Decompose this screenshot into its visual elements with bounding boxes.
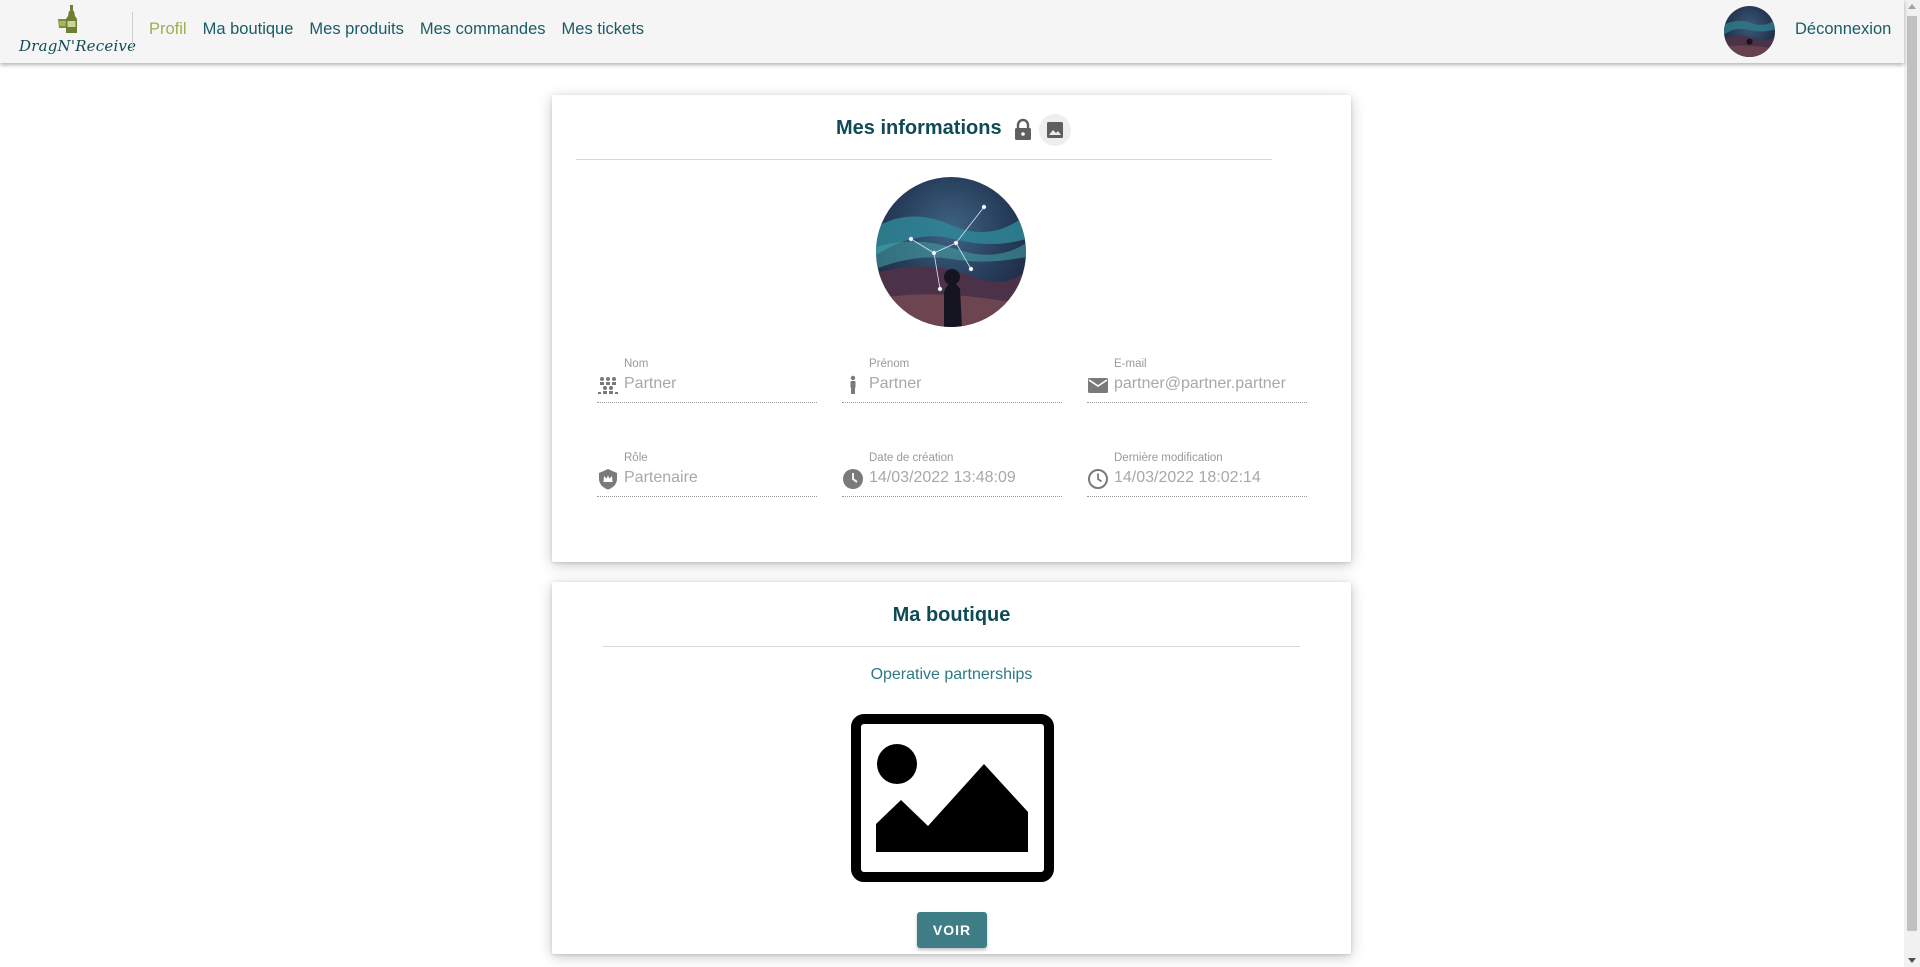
top-navbar: DragN'Receive Profil Ma boutique Mes pro… — [0, 0, 1904, 63]
field-created-value: 14/03/2022 13:48:09 — [869, 469, 1016, 486]
field-created[interactable]: Date de création 14/03/2022 13:48:09 — [842, 452, 1062, 502]
shop-name: Operative partnerships — [870, 666, 1033, 683]
field-role[interactable]: Rôle Partenaire — [597, 452, 817, 502]
field-modified[interactable]: Dernière modification 14/03/2022 18:02:1… — [1087, 452, 1307, 502]
logout-link[interactable]: Déconnexion — [1795, 20, 1891, 39]
field-email[interactable]: E-mail partner@partner.partner — [1087, 358, 1307, 408]
nav-item-mes-commandes[interactable]: Mes commandes — [420, 20, 546, 39]
scroll-up-arrow-icon[interactable] — [1908, 4, 1916, 9]
mail-icon — [1088, 378, 1108, 393]
logo-text: DragN'Receive — [19, 37, 137, 55]
clock-outline-icon — [1088, 469, 1108, 489]
image-icon — [1047, 122, 1063, 138]
field-underline — [842, 496, 1062, 497]
shop-card-title: Ma boutique — [892, 604, 1011, 626]
field-email-value: partner@partner.partner — [1114, 375, 1286, 392]
nav-item-mes-produits[interactable]: Mes produits — [309, 20, 403, 39]
page-scrollbar[interactable] — [1904, 0, 1920, 967]
field-underline — [597, 496, 817, 497]
field-modified-value: 14/03/2022 18:02:14 — [1114, 469, 1261, 486]
people-icon — [598, 377, 618, 394]
lock-icon[interactable] — [1013, 118, 1033, 142]
avatar-image — [1724, 6, 1775, 57]
logo[interactable]: DragN'Receive — [14, 4, 136, 60]
voir-button[interactable]: VOIR — [917, 912, 987, 948]
change-photo-button[interactable] — [1039, 114, 1071, 146]
person-icon — [850, 375, 856, 394]
nav-item-profil[interactable]: Profil — [149, 20, 187, 39]
nav-separator — [132, 12, 133, 52]
field-nom[interactable]: Nom Partner — [597, 358, 817, 408]
scroll-down-arrow-icon[interactable] — [1908, 958, 1916, 963]
nav-links: Profil Ma boutique Mes produits Mes comm… — [149, 20, 644, 39]
field-nom-label: Nom — [624, 358, 649, 370]
clock-filled-icon — [843, 469, 863, 489]
info-card: Mes informations Nom Partner Prénom Part… — [552, 95, 1351, 562]
field-underline — [1087, 402, 1307, 403]
image-placeholder-icon — [851, 714, 1054, 882]
field-nom-value: Partner — [624, 375, 677, 392]
nav-item-ma-boutique[interactable]: Ma boutique — [203, 20, 294, 39]
field-role-label: Rôle — [624, 452, 648, 464]
field-prenom[interactable]: Prénom Partner — [842, 358, 1062, 408]
crown-shield-icon — [599, 469, 617, 490]
info-card-divider — [576, 159, 1272, 160]
shop-card-divider — [603, 646, 1300, 647]
field-prenom-label: Prénom — [869, 358, 910, 370]
field-email-label: E-mail — [1114, 358, 1147, 370]
field-underline — [597, 402, 817, 403]
nav-item-mes-tickets[interactable]: Mes tickets — [562, 20, 645, 39]
profile-photo — [876, 177, 1026, 327]
field-created-label: Date de création — [869, 452, 954, 464]
field-modified-label: Dernière modification — [1114, 452, 1223, 464]
field-underline — [842, 402, 1062, 403]
info-card-title: Mes informations — [836, 117, 1002, 139]
field-underline — [1087, 496, 1307, 497]
shop-card: Ma boutique Operative partnerships VOIR — [552, 582, 1351, 954]
scroll-thumb[interactable] — [1907, 16, 1917, 931]
field-role-value: Partenaire — [624, 469, 698, 486]
field-prenom-value: Partner — [869, 375, 922, 392]
avatar[interactable] — [1724, 6, 1775, 57]
